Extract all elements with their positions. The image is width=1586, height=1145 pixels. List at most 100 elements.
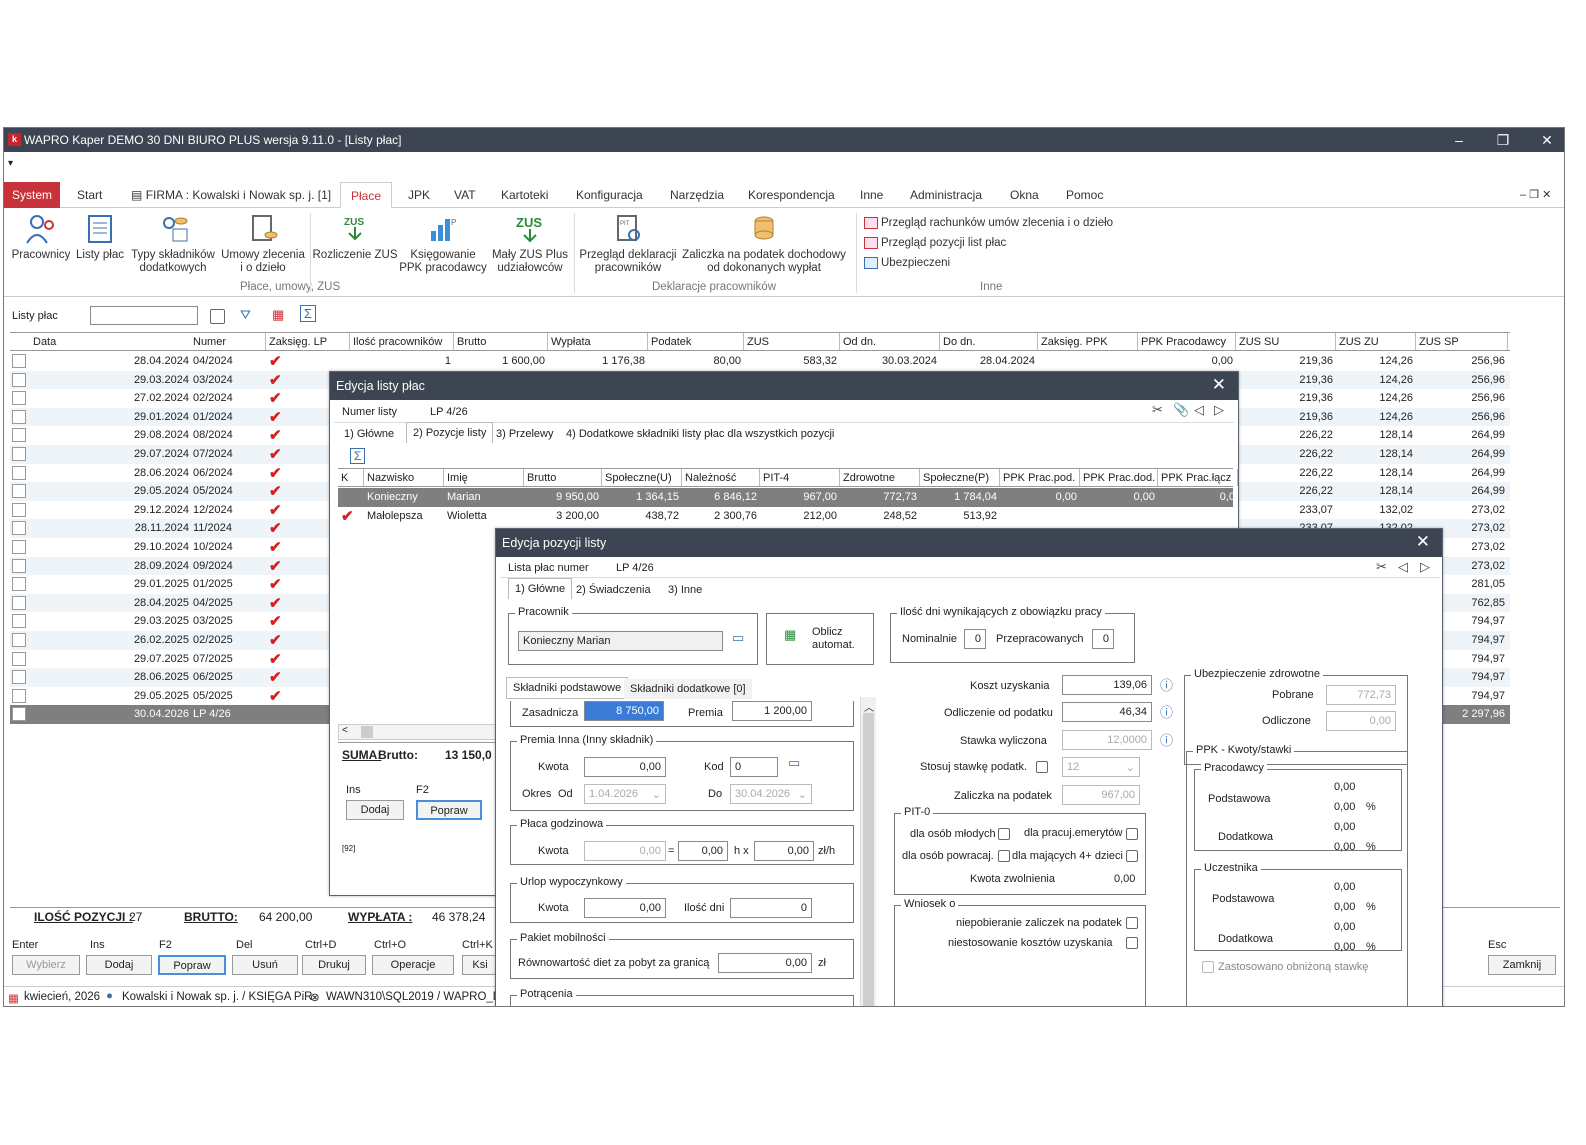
dlg1-sum-icon[interactable]: Σ bbox=[350, 448, 366, 464]
menu-konfiguracja[interactable]: Konfiguracja bbox=[576, 182, 643, 208]
przepracowanych-field[interactable]: 0 bbox=[1092, 629, 1114, 649]
koszt-field[interactable]: 139,06 bbox=[1062, 675, 1152, 695]
nominalnie-field[interactable]: 0 bbox=[964, 629, 986, 649]
grid-column-header[interactable]: ZUS ZU bbox=[1336, 333, 1416, 350]
ribbon-pracownicy-button[interactable]: Pracownicy bbox=[10, 213, 72, 262]
dlg1-tab-pozycje[interactable]: 2) Pozycje listy bbox=[406, 422, 494, 443]
row-selector[interactable] bbox=[12, 577, 26, 592]
ksieguj-button[interactable]: Ksi bbox=[462, 955, 498, 975]
positions-column-header[interactable]: K bbox=[338, 469, 364, 486]
menu-pomoc[interactable]: Pomoc bbox=[1066, 182, 1103, 208]
kod-picker-icon[interactable]: ▭ bbox=[788, 755, 800, 771]
ribbon-link-rachunki[interactable]: Przegląd rachunków umów zlecenia i o dzi… bbox=[864, 217, 1113, 229]
grid-column-header[interactable]: Ilość pracowników bbox=[350, 333, 454, 350]
row-selector[interactable] bbox=[12, 521, 26, 536]
pobrane-field[interactable]: 772,73 bbox=[1326, 685, 1396, 705]
dlg2-tab-glowne[interactable]: 1) Główne bbox=[508, 578, 573, 599]
positions-column-header[interactable]: Społeczne(U) bbox=[602, 469, 682, 486]
row-selector[interactable] bbox=[12, 447, 26, 461]
do-field[interactable]: 30.04.2026 ⌄ bbox=[730, 784, 812, 804]
stawka-wyl-field[interactable]: 12,0000 bbox=[1062, 730, 1152, 750]
row-selector[interactable] bbox=[12, 409, 26, 424]
usun-button[interactable]: Usuń bbox=[232, 955, 298, 975]
odliczenie-info-icon[interactable]: ⓘ bbox=[1160, 702, 1173, 721]
minimize-button[interactable]: – bbox=[1444, 130, 1474, 150]
dialog2-close-button[interactable]: ✕ bbox=[1416, 532, 1430, 552]
grid-column-header[interactable]: ZUS SU bbox=[1236, 333, 1336, 350]
stosuj-select[interactable]: 12 ⌄ bbox=[1062, 757, 1140, 777]
godziny-field[interactable]: 0,00 bbox=[678, 841, 728, 861]
kod-field[interactable]: 0 bbox=[730, 757, 778, 777]
position-row[interactable]: ✔ Małolepsza Wioletta 3 200,00 438,72 2 300,7… bbox=[338, 507, 1233, 526]
menu-okna[interactable]: Okna bbox=[1010, 182, 1039, 208]
kwota1-field[interactable]: 0,00 bbox=[584, 757, 666, 777]
menu-inne[interactable]: Inne bbox=[860, 182, 883, 208]
grid-column-header[interactable]: Do dn. bbox=[940, 333, 1038, 350]
skladniki-dodatkowe-tab[interactable]: Składniki dodatkowe [0] bbox=[624, 679, 752, 699]
popraw-button[interactable]: Popraw bbox=[158, 955, 226, 975]
grid-column-header[interactable]: ZUS SP bbox=[1416, 333, 1508, 350]
row-selector[interactable] bbox=[12, 707, 26, 722]
grid-column-header[interactable]: Data bbox=[30, 333, 192, 350]
dzieci-checkbox[interactable] bbox=[1126, 850, 1138, 862]
grid-column-header[interactable]: Zaksięg. LP bbox=[266, 333, 350, 350]
ribbon-ppk-button[interactable]: P Księgowanie PPK pracodawcy bbox=[398, 213, 488, 275]
niestos-checkbox[interactable] bbox=[1126, 937, 1138, 949]
calendar-picker-icon[interactable]: ▭ bbox=[732, 630, 744, 646]
menu-administracja[interactable]: Administracja bbox=[910, 182, 982, 208]
ribbon-link-pozycje[interactable]: Przegląd pozycji list płac bbox=[864, 237, 1006, 249]
premia-field[interactable]: 1 200,00 bbox=[732, 701, 812, 721]
drukuj-button[interactable]: Drukuj bbox=[302, 955, 366, 975]
ribbon-typy-button[interactable]: Typy składników dodatkowych bbox=[128, 213, 218, 275]
niepob-checkbox[interactable] bbox=[1126, 917, 1138, 929]
position-row[interactable]: Konieczny Marian 9 950,00 1 364,15 6 846,12 9… bbox=[338, 488, 1235, 507]
filter-table-icon[interactable]: ▦ bbox=[272, 307, 284, 323]
row-selector[interactable] bbox=[12, 651, 26, 666]
positions-column-header[interactable]: Nazwisko bbox=[364, 469, 444, 486]
menu-jpk[interactable]: JPK bbox=[408, 182, 430, 208]
kwota3-field[interactable]: 0,00 bbox=[584, 898, 666, 918]
menu-korespondencja[interactable]: Korespondencja bbox=[748, 182, 835, 208]
skladniki-podstawowe-tab[interactable]: Składniki podstawowe bbox=[506, 677, 629, 699]
zaliczka-field[interactable]: 967,00 bbox=[1062, 785, 1140, 805]
stosuj-checkbox[interactable] bbox=[1036, 761, 1048, 773]
ribbon-link-ubezpieczeni[interactable]: Ubezpieczeni bbox=[864, 257, 950, 269]
grid-column-header[interactable]: Zaksięg. PPK bbox=[1038, 333, 1138, 350]
scroll-up-icon[interactable]: ︿ bbox=[864, 699, 874, 714]
positions-column-header[interactable]: PPK Prac.łącz bbox=[1158, 469, 1238, 486]
positions-column-header[interactable]: Brutto bbox=[524, 469, 602, 486]
pracownik-field[interactable]: Konieczny Marian bbox=[518, 631, 723, 651]
dlg1-tab-dodatkowe[interactable]: 4) Dodatkowe składniki listy płac dla ws… bbox=[560, 424, 840, 444]
horizontal-scrollbar[interactable]: < bbox=[338, 724, 498, 740]
table-row[interactable]: 28.04.2024 04/2024 ✔ 1 1 600,00 1 176,38 80,00… bbox=[10, 352, 1510, 371]
row-selector[interactable] bbox=[12, 633, 26, 647]
koszt-info-icon[interactable]: ⓘ bbox=[1160, 675, 1173, 694]
prev-icon[interactable]: ◁ bbox=[1398, 559, 1408, 575]
ilosc-dni-field[interactable]: 0 bbox=[730, 898, 812, 918]
dlg2-tab-inne[interactable]: 3) Inne bbox=[662, 580, 708, 600]
row-selector[interactable] bbox=[12, 688, 26, 703]
grid-column-header[interactable]: Podatek bbox=[648, 333, 744, 350]
powracaj-checkbox[interactable] bbox=[998, 850, 1010, 862]
filter-checkbox[interactable] bbox=[210, 309, 225, 324]
emeryt-checkbox[interactable] bbox=[1126, 828, 1138, 840]
grid-column-header[interactable]: ZUS bbox=[744, 333, 840, 350]
sum-icon[interactable]: Σ bbox=[300, 305, 317, 322]
dialog-close-button[interactable]: ✕ bbox=[1212, 375, 1226, 395]
dlg1-tab-przelewy[interactable]: 3) Przelewy bbox=[490, 424, 559, 444]
grid-column-header[interactable]: Numer bbox=[190, 333, 266, 350]
grid-column-header[interactable]: Wypłata bbox=[548, 333, 648, 350]
attach-icon[interactable]: 📎 bbox=[1173, 402, 1189, 418]
operacje-button[interactable]: Operacje bbox=[372, 955, 454, 975]
menu-kartoteki[interactable]: Kartoteki bbox=[501, 182, 548, 208]
qat-dropdown-icon[interactable]: ▾ bbox=[8, 158, 13, 169]
zamknij-button[interactable]: Zamknij bbox=[1488, 955, 1556, 975]
positions-column-header[interactable]: Imię bbox=[444, 469, 524, 486]
cut-icon[interactable]: ✂ bbox=[1152, 402, 1163, 418]
positions-column-header[interactable]: PIT-4 bbox=[760, 469, 840, 486]
next-icon[interactable]: ▷ bbox=[1420, 559, 1430, 575]
vertical-scrollbar[interactable]: ︿ bbox=[860, 697, 876, 1006]
dlg1-popraw-button[interactable]: Popraw bbox=[416, 800, 482, 820]
filter-funnel-icon[interactable]: ⛛ bbox=[240, 307, 251, 323]
stawka-godz-field[interactable]: 0,00 bbox=[754, 841, 814, 861]
